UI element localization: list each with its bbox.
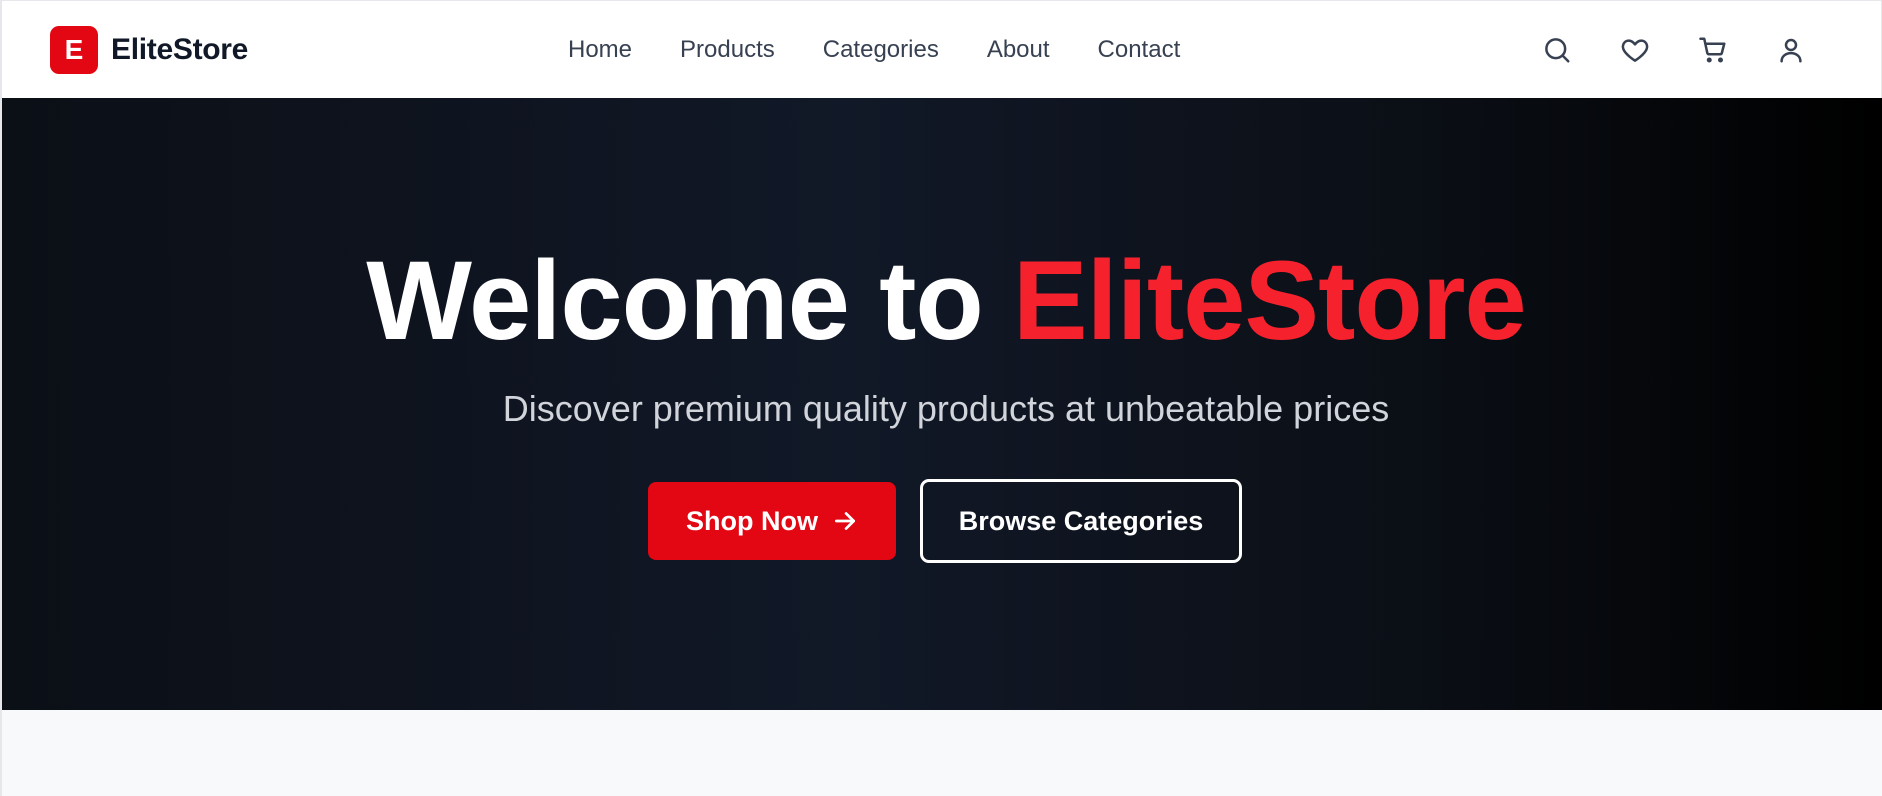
nav-categories[interactable]: Categories: [823, 36, 939, 64]
content-section: [2, 710, 1882, 796]
user-icon: [1780, 38, 1802, 63]
nav-products[interactable]: Products: [680, 36, 775, 64]
page: E EliteStore Home Products Categories Ab…: [0, 0, 1882, 796]
site-header: E EliteStore Home Products Categories Ab…: [2, 0, 1882, 98]
header-actions: [1534, 1, 1846, 99]
browse-categories-button[interactable]: Browse Categories: [920, 479, 1242, 563]
hero-title: Welcome to EliteStore: [2, 236, 1882, 366]
account-button[interactable]: [1768, 27, 1814, 73]
brand-name: EliteStore: [111, 33, 249, 66]
search-icon: [1545, 38, 1570, 63]
hero-buttons: Shop Now Browse Categories: [648, 479, 1242, 563]
cart-button[interactable]: [1690, 27, 1736, 73]
cart-icon: [1699, 37, 1726, 63]
arrow-right-icon: [834, 512, 856, 530]
shop-now-button[interactable]: Shop Now: [648, 482, 896, 560]
nav-home[interactable]: Home: [568, 36, 632, 64]
hero-title-accent: EliteStore: [1012, 238, 1527, 363]
heart-icon: [1621, 39, 1649, 62]
logo-mark: E: [50, 26, 98, 74]
shop-now-label: Shop Now: [686, 505, 818, 536]
nav-about[interactable]: About: [987, 36, 1050, 64]
main-nav: Home Products Categories About Contact: [568, 1, 1228, 99]
search-button[interactable]: [1534, 27, 1580, 73]
hero-section: Welcome to EliteStore Discover premium q…: [2, 98, 1882, 710]
hero-subtitle: Discover premium quality products at unb…: [502, 388, 1390, 429]
wishlist-button[interactable]: [1612, 27, 1658, 73]
nav-contact[interactable]: Contact: [1098, 36, 1181, 64]
hero-title-prefix: Welcome to: [366, 238, 1013, 363]
brand-logo[interactable]: E EliteStore: [50, 26, 248, 74]
